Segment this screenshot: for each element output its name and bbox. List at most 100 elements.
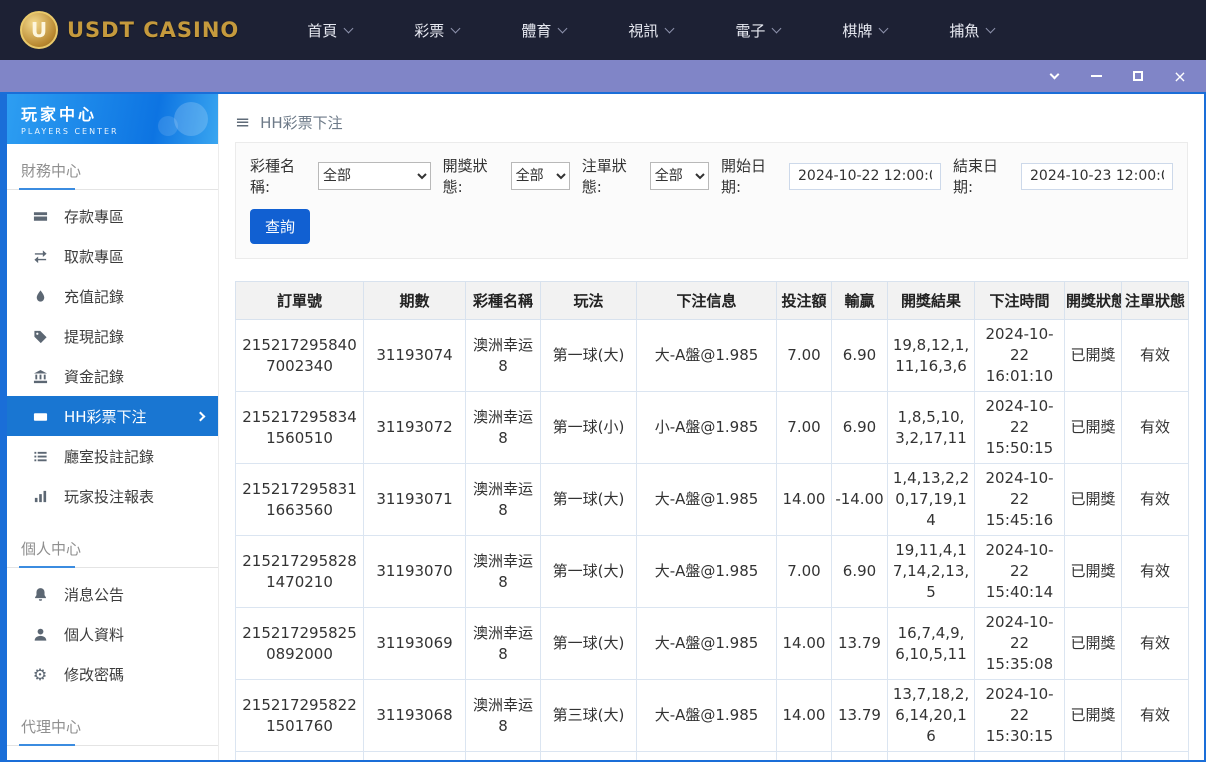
table-cell: 31193067 xyxy=(364,752,466,761)
table-cell: 有效 xyxy=(1122,320,1189,392)
sidebar-item-agent-rules[interactable]: 代理規則說明 xyxy=(7,752,218,760)
table-cell: 2024-10-22 15:40:14 xyxy=(975,536,1065,608)
player-center-subtitle: PLAYERS CENTER xyxy=(21,127,218,136)
table-cell: 20,14,18,4,2,10,15,6 xyxy=(888,752,975,761)
brand-name: USDT CASINO xyxy=(67,18,239,42)
lottery-name-select[interactable]: 全部 xyxy=(318,162,431,190)
recharge-record-icon xyxy=(31,289,49,304)
table-cell: 2152172958281470210 xyxy=(236,536,364,608)
table-cell: 已開獎 xyxy=(1065,536,1122,608)
table-cell: 已開獎 xyxy=(1065,680,1122,752)
chevron-down-icon xyxy=(986,23,996,33)
sidebar-item-player-bet-report[interactable]: 玩家投注報表 xyxy=(7,476,218,516)
sidebar-item-change-password[interactable]: ⚙ 修改密碼 xyxy=(7,654,218,694)
nav-item-sports[interactable]: 體育 xyxy=(521,20,566,41)
finance-menu: 存款專區 取款專區 充值記錄 提現記錄 xyxy=(7,190,218,522)
sidebar-item-label: 修改密碼 xyxy=(64,664,124,685)
table-cell: 31193072 xyxy=(364,392,466,464)
sidebar-item-hh-lottery-bet[interactable]: HH彩票下注 xyxy=(7,396,218,436)
sidebar-item-label: 資金記錄 xyxy=(64,366,124,387)
table-cell: 已開獎 xyxy=(1065,392,1122,464)
table-cell: 1,4,13,2,20,17,19,14 xyxy=(888,464,975,536)
nav-item-home[interactable]: 首頁 xyxy=(307,20,352,41)
main-nav: 首頁 彩票 體育 視訊 電子 棋牌 捕魚 xyxy=(307,20,994,41)
nav-item-video[interactable]: 視訊 xyxy=(628,20,673,41)
table-cell: 澳洲幸运8 xyxy=(466,392,541,464)
gear-icon: ⚙ xyxy=(31,665,49,684)
table-row: 215217295831166356031193071澳洲幸运8第一球(大)大-… xyxy=(236,464,1189,536)
table-cell: 31193069 xyxy=(364,608,466,680)
bet-table: 訂單號期數彩種名稱玩法下注信息投注額輸贏開獎結果下注時間開獎狀態注單狀態 215… xyxy=(235,281,1189,760)
nav-item-label: 彩票 xyxy=(414,20,444,41)
table-cell: 澳洲幸运8 xyxy=(466,608,541,680)
sidebar-item-withdraw[interactable]: 取款專區 xyxy=(7,236,218,276)
nav-item-label: 視訊 xyxy=(628,20,658,41)
brand-logo: U USDT CASINO xyxy=(20,11,239,49)
column-header: 彩種名稱 xyxy=(466,282,541,320)
table-cell: 第一球(大) xyxy=(541,464,637,536)
bet-status-select[interactable]: 全部 xyxy=(650,162,709,190)
nav-item-fishing[interactable]: 捕魚 xyxy=(949,20,994,41)
bet-status-label: 注單狀態: xyxy=(582,155,644,197)
sidebar-item-label: 提現記錄 xyxy=(64,326,124,347)
sidebar-item-deposit[interactable]: 存款專區 xyxy=(7,196,218,236)
hamburger-icon[interactable]: ≡ xyxy=(235,112,250,133)
nav-item-boardgames[interactable]: 棋牌 xyxy=(842,20,887,41)
sidebar-item-funds-record[interactable]: 資金記錄 xyxy=(7,356,218,396)
table-cell: 7.00 xyxy=(777,320,832,392)
table-cell: 澳洲幸运8 xyxy=(466,536,541,608)
table-cell: 第一球(大) xyxy=(541,536,637,608)
table-cell: 第一球(小) xyxy=(541,392,637,464)
maximize-icon[interactable] xyxy=(1130,68,1146,84)
table-cell: 有效 xyxy=(1122,392,1189,464)
table-cell: 澳洲幸运8 xyxy=(466,464,541,536)
personal-menu: 消息公告 個人資料 ⚙ 修改密碼 xyxy=(7,568,218,700)
nav-item-lottery[interactable]: 彩票 xyxy=(414,20,459,41)
nav-item-electronic[interactable]: 電子 xyxy=(735,20,780,41)
chevron-down-icon xyxy=(451,23,461,33)
table-cell: 6.90 xyxy=(832,320,888,392)
coin-logo-icon: U xyxy=(20,11,58,49)
draw-status-select[interactable]: 全部 xyxy=(511,162,570,190)
table-cell: 第一球(小) xyxy=(541,752,637,761)
sidebar-item-announcements[interactable]: 消息公告 xyxy=(7,574,218,614)
column-header: 注單狀態 xyxy=(1122,282,1189,320)
table-cell: -7.00 xyxy=(832,752,888,761)
table-cell: 小-A盤@1.985 xyxy=(637,392,777,464)
sidebar-item-label: 玩家投注報表 xyxy=(64,486,154,507)
start-date-label: 開始日期: xyxy=(721,155,783,197)
search-button[interactable]: 查詢 xyxy=(250,209,310,244)
sidebar-item-cashout-record[interactable]: 提現記錄 xyxy=(7,316,218,356)
minimize-icon[interactable] xyxy=(1088,68,1104,84)
table-cell: 第三球(大) xyxy=(541,680,637,752)
table-cell: 2152172958407002340 xyxy=(236,320,364,392)
column-header: 開獎狀態 xyxy=(1065,282,1122,320)
top-navbar: U USDT CASINO 首頁 彩票 體育 視訊 電子 棋牌 捕魚 xyxy=(0,0,1206,60)
table-cell: 31193070 xyxy=(364,536,466,608)
chevron-down-icon xyxy=(772,23,782,33)
table-row: 215217295822150176031193068澳洲幸运8第三球(大)大-… xyxy=(236,680,1189,752)
sidebar-item-hall-bet-record[interactable]: 廳室投註記錄 xyxy=(7,436,218,476)
sidebar-item-profile[interactable]: 個人資料 xyxy=(7,614,218,654)
table-cell: 第一球(大) xyxy=(541,608,637,680)
main-content: ≡ HH彩票下注 彩種名稱: 全部 開獎狀態: 全部 注單狀態: 全部 開始日期… xyxy=(219,94,1204,760)
table-cell: 澳洲幸运8 xyxy=(466,752,541,761)
app-window: 玩家中心 PLAYERS CENTER 財務中心 存款專區 取款專區 xyxy=(0,92,1206,762)
table-cell: 31193071 xyxy=(364,464,466,536)
table-cell: 第一球(大) xyxy=(541,320,637,392)
table-cell: 有效 xyxy=(1122,752,1189,761)
column-header: 開獎結果 xyxy=(888,282,975,320)
start-date-input[interactable] xyxy=(789,163,941,190)
sidebar-item-recharge-record[interactable]: 充值記錄 xyxy=(7,276,218,316)
column-header: 投注額 xyxy=(777,282,832,320)
collapse-chevron-icon[interactable] xyxy=(1046,68,1062,84)
end-date-input[interactable] xyxy=(1021,163,1173,190)
chevron-down-icon xyxy=(879,23,889,33)
table-cell: 2024-10-22 15:35:08 xyxy=(975,608,1065,680)
sidebar-item-label: 廳室投註記錄 xyxy=(64,446,154,467)
sidebar-item-label: 個人資料 xyxy=(64,624,124,645)
close-icon[interactable]: × xyxy=(1172,68,1188,84)
sidebar-item-label: HH彩票下注 xyxy=(64,406,147,427)
table-cell: 澳洲幸运8 xyxy=(466,680,541,752)
table-cell: 14.00 xyxy=(777,608,832,680)
